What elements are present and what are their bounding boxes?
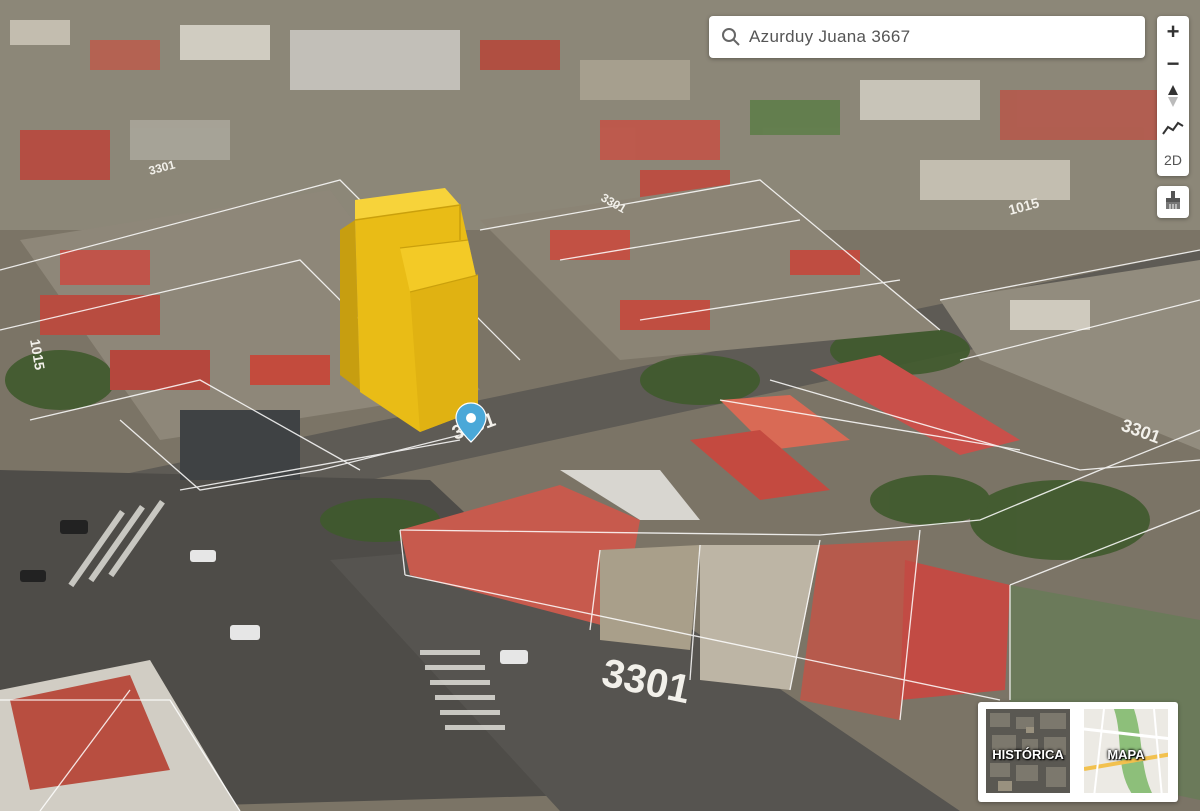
compass-button[interactable]: [1157, 80, 1189, 112]
map-controls: + − 2D: [1157, 16, 1189, 176]
basemap-historica-label: HISTÓRICA: [992, 747, 1064, 762]
elevation-profile-icon: [1162, 120, 1184, 136]
brush-tool-button[interactable]: [1157, 186, 1189, 218]
zoom-in-button[interactable]: +: [1157, 16, 1189, 48]
basemap-switcher: HISTÓRICA MAPA: [978, 702, 1178, 802]
search-bar[interactable]: [709, 16, 1145, 58]
zoom-out-button[interactable]: −: [1157, 48, 1189, 80]
brush-tool-icon: [1163, 190, 1183, 215]
elevation-profile-button[interactable]: [1157, 112, 1189, 144]
map-3d-view[interactable]: 3301 3301 3301 3301 1015 3301 1015: [0, 0, 1200, 811]
view-mode-toggle[interactable]: 2D: [1157, 144, 1189, 176]
compass-icon: [1166, 84, 1180, 108]
search-input[interactable]: [747, 26, 1131, 48]
search-icon: [721, 27, 741, 47]
basemap-mapa-label: MAPA: [1107, 747, 1145, 762]
basemap-historica-button[interactable]: HISTÓRICA: [984, 707, 1072, 795]
basemap-mapa-button[interactable]: MAPA: [1082, 707, 1170, 795]
